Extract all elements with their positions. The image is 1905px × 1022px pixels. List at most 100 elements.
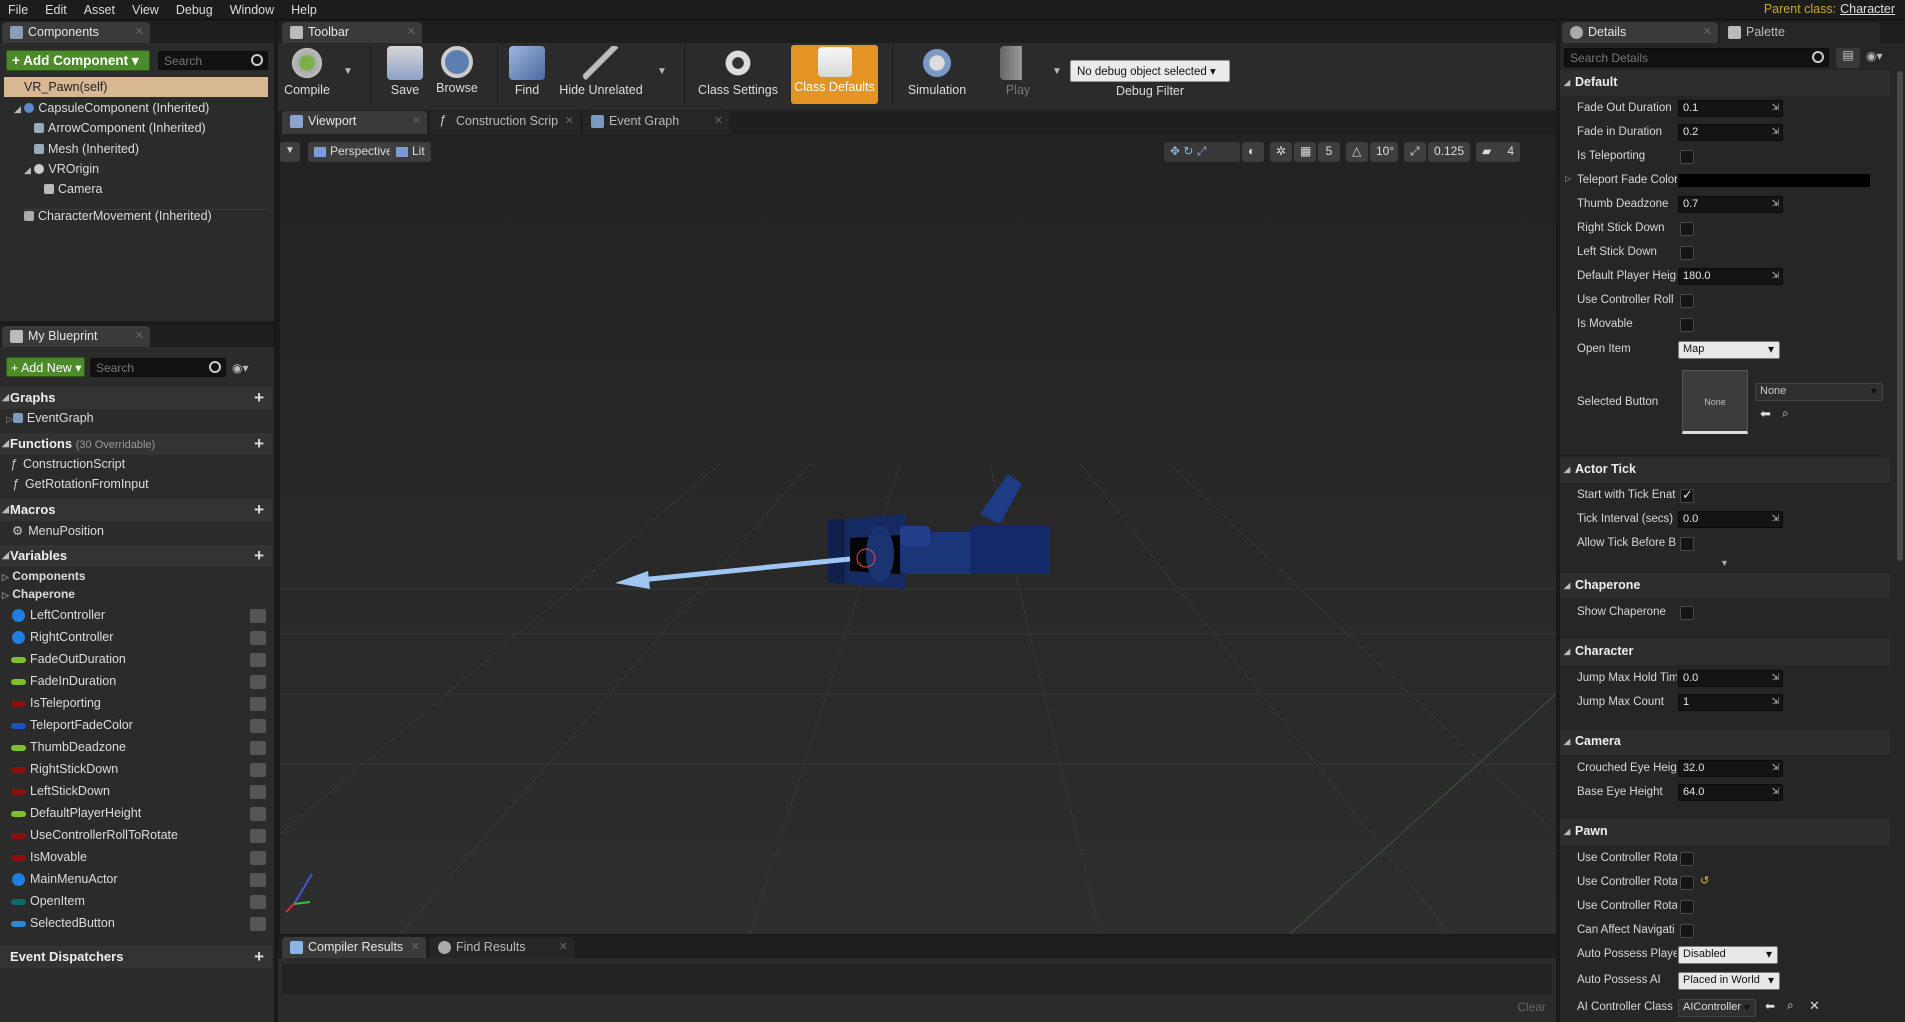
tab-find-results[interactable]: Find Results ✕ [430,937,574,958]
close-icon[interactable]: ✕ [407,25,416,38]
tab-toolbar[interactable]: Toolbar ✕ [282,22,422,43]
right-stick-checkbox[interactable] [1680,222,1694,236]
close-icon[interactable]: ✕ [559,940,568,953]
rotation-snap-value[interactable]: 10° [1370,142,1398,162]
browse-search-icon[interactable]: ⌕ [1782,406,1789,421]
variable-row[interactable]: LeftController [0,605,272,627]
selected-button-thumbnail[interactable]: None [1682,370,1748,434]
add-function-icon[interactable]: + [254,434,264,454]
variable-row[interactable]: FadeOutDuration [0,649,272,671]
use-selected-arrow-icon[interactable]: ⬅ [1765,999,1775,1013]
menu-view[interactable]: View [124,0,168,18]
visibility-toggle-icon[interactable] [250,741,266,755]
property-matrix-icon[interactable]: ▤ [1836,48,1860,68]
advanced-expand-icon[interactable]: ▼ [1720,558,1729,568]
section-graphs[interactable]: ◢ Graphs + [0,387,272,409]
can-affect-checkbox[interactable] [1680,924,1694,938]
variable-row[interactable]: RightStickDown [0,759,272,781]
clear-button[interactable]: Clear [1517,1000,1546,1014]
find-button[interactable]: Find [505,44,549,106]
category-camera[interactable]: ◢ Camera [1560,729,1890,755]
play-dropdown-icon[interactable]: ▼ [1052,66,1062,77]
tab-compiler-results[interactable]: Compiler Results ✕ [282,937,426,958]
visibility-eye-icon[interactable]: ◉▾ [1866,49,1883,63]
menu-debug[interactable]: Debug [168,0,222,18]
tick-interval-input[interactable]: 0.0 [1678,511,1783,528]
tree-charmovement[interactable]: CharacterMovement (Inherited) [24,209,212,229]
show-chaperone-checkbox[interactable] [1680,606,1694,620]
use-rot1-checkbox[interactable] [1680,852,1694,866]
category-pawn[interactable]: ◢ Pawn [1560,819,1890,845]
world-local-icon[interactable]: ◐ [1242,142,1264,162]
lit-button[interactable]: Lit [390,142,431,162]
open-item-select[interactable]: Map [1678,341,1780,359]
category-default[interactable]: ◢ Default [1560,70,1890,96]
fade-out-input[interactable]: 0.1 [1678,100,1783,117]
close-icon[interactable]: ✕ [1703,25,1712,38]
details-scrollbar[interactable] [1897,71,1903,561]
grid-snap-icon[interactable]: ▦ [1294,142,1316,162]
visibility-toggle-icon[interactable] [250,895,266,909]
visibility-toggle-icon[interactable] [250,851,266,865]
close-icon[interactable]: ✕ [135,329,144,342]
ai-controller-select[interactable]: AIController [1678,999,1756,1017]
tab-my-blueprint[interactable]: My Blueprint ✕ [2,326,150,347]
tree-mesh[interactable]: Mesh (Inherited) [34,142,139,162]
tree-camera[interactable]: Camera [44,182,102,202]
variable-row[interactable]: DefaultPlayerHeight [0,803,272,825]
variable-row[interactable]: IsMovable [0,847,272,869]
move-icon[interactable]: ✥ [1170,144,1180,158]
clear-icon[interactable]: ✕ [1809,998,1820,1014]
simulation-button[interactable]: Simulation [904,44,970,106]
surface-snap-icon[interactable]: ✲ [1270,142,1292,162]
use-selected-arrow-icon[interactable]: ⬅ [1760,406,1771,422]
variable-row[interactable]: UseControllerRollToRotate [0,825,272,847]
variable-row[interactable]: TeleportFadeColor [0,715,272,737]
default-height-input[interactable]: 180.0 [1678,268,1783,285]
tree-vrorigin[interactable]: ◢ VROrigin [24,162,99,182]
reset-to-default-icon[interactable]: ↺ [1700,874,1709,887]
compile-dropdown-icon[interactable]: ▼ [343,66,353,77]
category-character[interactable]: ◢ Character [1560,639,1890,665]
add-variable-icon[interactable]: + [254,546,264,566]
base-eye-input[interactable]: 64.0 [1678,784,1783,801]
visibility-toggle-icon[interactable] [250,697,266,711]
menu-edit[interactable]: Edit [37,0,76,18]
selected-button-select[interactable]: None [1755,383,1883,401]
details-search-input[interactable]: Search Details [1564,48,1829,67]
close-icon[interactable]: ✕ [714,114,723,127]
close-icon[interactable]: ✕ [135,25,144,38]
tab-details[interactable]: Details ✕ [1562,22,1718,43]
category-chaperone[interactable]: ◢ Chaperone [1560,573,1890,599]
auto-possess-player-select[interactable]: Disabled [1678,946,1778,964]
category-actor-tick[interactable]: ◢ Actor Tick [1560,457,1890,483]
viewport[interactable]: ▼ Perspective Lit ✥ ↻ ⤢ ◐ ✲ ▦ 5 △ 10° ⤢ … [280,134,1556,934]
close-icon[interactable]: ✕ [565,114,574,127]
variable-row[interactable]: FadeInDuration [0,671,272,693]
class-settings-button[interactable]: Class Settings [697,44,779,106]
thumb-deadzone-input[interactable]: 0.7 [1678,196,1783,213]
variable-row[interactable]: OpenItem [0,891,272,913]
jump-count-input[interactable]: 1 [1678,694,1783,711]
viewport-options-dropdown-icon[interactable]: ▼ [280,142,300,162]
get-rotation-item[interactable]: ƒ GetRotationFromInput [12,477,149,497]
components-search-input[interactable]: Search [158,51,268,70]
browse-search-icon[interactable]: ⌕ [1787,998,1794,1013]
visibility-eye-icon[interactable]: ◉▾ [232,361,260,375]
add-component-button[interactable]: + Add Component ▾ [6,50,150,71]
is-teleporting-checkbox[interactable] [1680,150,1694,164]
close-icon[interactable]: ✕ [412,114,421,127]
rotate-icon[interactable]: ↻ [1183,144,1193,158]
jump-hold-input[interactable]: 0.0 [1678,670,1783,687]
tree-arrow[interactable]: ArrowComponent (Inherited) [34,121,206,141]
tree-capsule[interactable]: ◢ CapsuleComponent (Inherited) [14,101,209,121]
visibility-toggle-icon[interactable] [250,631,266,645]
variable-row[interactable]: MainMenuActor [0,869,272,891]
scale-icon[interactable]: ⤢ [1197,144,1207,158]
tab-palette[interactable]: Palette [1720,22,1880,43]
grid-snap-value[interactable]: 5 [1318,142,1340,162]
crouched-eye-input[interactable]: 32.0 [1678,760,1783,777]
browse-button[interactable]: Browse [432,44,482,106]
event-graph-item[interactable]: ▷ EventGraph [6,411,94,431]
tab-viewport[interactable]: Viewport ✕ [282,111,427,134]
